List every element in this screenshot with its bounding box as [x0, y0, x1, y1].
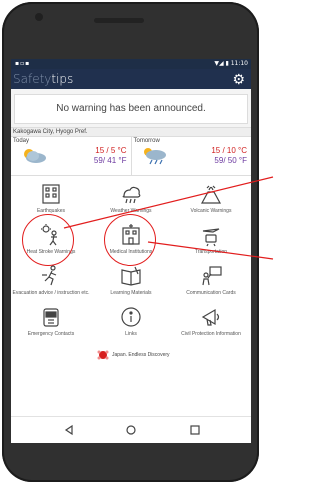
menu-civil-protection[interactable]: Civil Protection Information [171, 303, 251, 344]
tomorrow-high: 15 [211, 146, 221, 155]
notification-icons: ▪▫▪ [15, 60, 31, 67]
menu-learning-materials[interactable]: Learning Materials [91, 262, 171, 303]
sun-cloud-icon [24, 149, 46, 163]
menu-label: Learning Materials [110, 290, 152, 296]
app-bar: Safetytips ⚙ [11, 69, 251, 89]
menu-label: Civil Protection Information [181, 331, 241, 337]
menu-label: Emergency Contacts [27, 331, 75, 337]
status-bar: ▪▫▪ ▼◢ ▮ 11:10 [11, 59, 251, 69]
communication-card-icon [202, 266, 222, 286]
weather-warning-icon [122, 186, 141, 204]
menu-evacuation[interactable]: Evacuation advice / instruction etc. [11, 262, 91, 303]
gear-icon[interactable]: ⚙ [232, 71, 245, 87]
annotation-circle-medical [104, 214, 156, 266]
signal-icons: ▼◢ ▮ [214, 60, 229, 67]
android-nav-bar [11, 416, 251, 443]
weather-tomorrow[interactable]: Tomorrow 15 / 10 °C 59/ 50 °F [130, 137, 252, 175]
transportation-icon [202, 228, 220, 247]
weather-today-label: Today [13, 138, 30, 144]
menu-label: Communication Cards [186, 290, 236, 296]
info-icon [121, 307, 141, 327]
volcano-icon [200, 185, 222, 204]
rain-cloud-icon [143, 148, 166, 165]
warning-banner[interactable]: No warning has been announced. [14, 94, 248, 124]
app-title-bold: tips [51, 72, 74, 86]
today-low-unit: 41 °F [107, 156, 127, 165]
footer-logo: Japan. Endless Discovery [11, 344, 251, 366]
back-icon[interactable] [63, 424, 75, 436]
today-high: 15 [95, 146, 105, 155]
footer-logo-text: Japan. Endless Discovery [112, 352, 170, 358]
status-time: 11:10 [230, 60, 248, 67]
app-title: Safetytips [13, 72, 73, 86]
home-icon[interactable] [125, 424, 137, 436]
japan-logo-icon [97, 350, 109, 360]
today-low: 59 [93, 156, 103, 165]
evacuation-icon [42, 265, 57, 286]
menu-label: Volcanic Warnings [190, 208, 232, 214]
menu-emergency-contacts[interactable]: Emergency Contacts [11, 303, 91, 344]
weather-panel[interactable]: Today 15 / 5 °C 59/ 41 °F Tomorrow 15 / … [11, 136, 251, 176]
app-title-light: Safety [13, 72, 52, 86]
weather-tomorrow-temps: 15 / 10 °C 59/ 50 °F [211, 146, 247, 165]
today-high-unit: 5 °C [110, 146, 127, 155]
menu-volcanic-warnings[interactable]: Volcanic Warnings [171, 180, 251, 221]
menu-label: Earthquakes [36, 208, 66, 214]
sos-icon [43, 308, 59, 327]
weather-location: Kakogawa City, Hyogo Pref. [11, 127, 251, 136]
menu-communication-cards[interactable]: Communication Cards [171, 262, 251, 303]
tomorrow-low-unit: 50 °F [227, 156, 247, 165]
menu-transportation[interactable]: Transportation [171, 221, 251, 262]
menu-label: Evacuation advice / instruction etc. [12, 290, 90, 296]
menu-label: Links [125, 331, 137, 337]
weather-today-temps: 15 / 5 °C 59/ 41 °F [93, 146, 127, 165]
annotation-circle-heat-stroke [22, 214, 74, 266]
book-icon [121, 266, 141, 286]
earthquake-icon [42, 184, 60, 204]
tomorrow-high-unit: 10 °C [226, 146, 247, 155]
megaphone-icon [201, 308, 220, 326]
menu-label: Transportation [194, 249, 228, 255]
earpiece [94, 18, 144, 23]
recent-apps-icon[interactable] [189, 424, 201, 436]
menu-links[interactable]: Links [91, 303, 171, 344]
weather-today[interactable]: Today 15 / 5 °C 59/ 41 °F [11, 137, 131, 175]
weather-tomorrow-label: Tomorrow [133, 138, 160, 144]
tomorrow-low: 59 [214, 156, 224, 165]
warning-area: No warning has been announced. [11, 89, 251, 127]
front-camera [35, 13, 43, 21]
